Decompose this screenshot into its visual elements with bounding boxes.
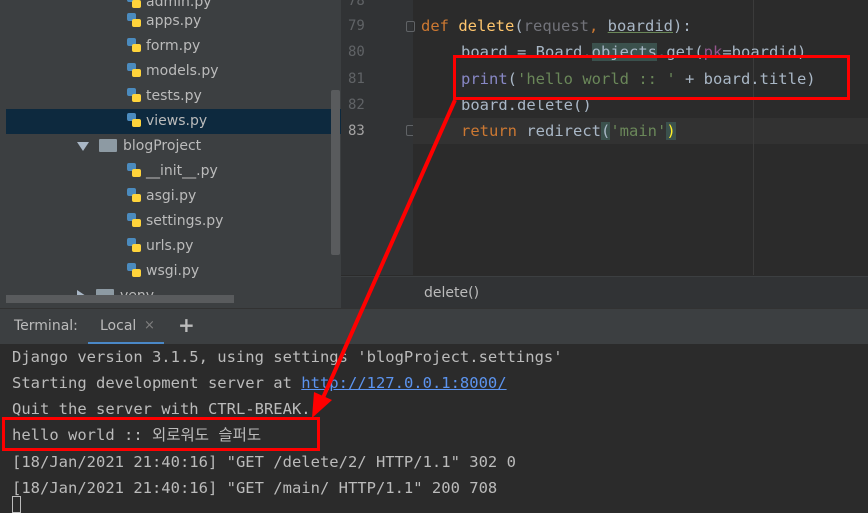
tree-item-form[interactable]: form.py — [126, 34, 200, 59]
python-file-icon — [127, 0, 141, 8]
tree-item-views[interactable]: views.py — [6, 109, 341, 134]
fold-marker-icon[interactable] — [406, 21, 415, 32]
line-number: 79 — [348, 18, 365, 34]
close-icon[interactable]: × — [144, 318, 155, 333]
line-number: 78 — [348, 0, 365, 9]
python-file-icon — [127, 213, 141, 227]
terminal-toolbar: Terminal: Local × + — [0, 308, 868, 345]
line-number: 82 — [348, 97, 365, 113]
line-number: 83 — [348, 123, 365, 139]
tree-item-tests[interactable]: tests.py — [126, 84, 202, 109]
terminal-line: [18/Jan/2021 21:40:16] "GET /main/ HTTP/… — [12, 479, 498, 497]
tree-item-apps[interactable]: apps.py — [126, 9, 201, 34]
annotation-box-code — [453, 55, 850, 100]
terminal-cursor — [12, 496, 21, 513]
line-number-gutter: 78 79 80 81 82 83 — [341, 0, 415, 275]
horizontal-scrollbar[interactable] — [6, 295, 234, 303]
breadcrumb[interactable]: delete() — [424, 285, 479, 301]
python-file-icon — [127, 263, 141, 277]
line-number: 80 — [348, 44, 365, 60]
python-file-icon — [127, 63, 141, 77]
code-line-79: def delete(request, boardid): — [421, 17, 692, 35]
code-editor[interactable]: 78 79 80 81 82 83 def delete(request, bo… — [341, 0, 868, 308]
server-url-link[interactable]: http://127.0.0.1:8000/ — [301, 374, 506, 392]
breadcrumb-bar: delete() — [341, 276, 868, 309]
terminal-tab-local[interactable]: Local × — [88, 309, 164, 345]
add-terminal-icon[interactable]: + — [178, 313, 195, 337]
tree-item-urls[interactable]: urls.py — [126, 234, 193, 259]
code-line-83: return redirect('main') — [461, 122, 676, 140]
annotation-box-output — [2, 417, 320, 451]
terminal-line: [18/Jan/2021 21:40:16] "GET /delete/2/ H… — [12, 453, 516, 471]
project-tree-panel: admin.py apps.py form.py models.py tests… — [0, 0, 341, 308]
python-file-icon — [127, 238, 141, 252]
folder-icon — [99, 138, 117, 152]
python-file-icon — [127, 88, 141, 102]
vertical-scrollbar[interactable] — [331, 90, 340, 255]
tree-item-init[interactable]: __init__.py — [126, 159, 218, 184]
tree-item-settings[interactable]: settings.py — [126, 209, 223, 234]
tree-folder-blogproject[interactable]: blogProject — [77, 134, 201, 159]
python-file-icon — [127, 113, 141, 127]
terminal-tab-label: Local — [100, 318, 137, 334]
tree-item-models[interactable]: models.py — [126, 59, 219, 84]
terminal-line: Starting development server at http://12… — [12, 374, 507, 392]
python-file-icon — [127, 13, 141, 27]
tree-item-asgi[interactable]: asgi.py — [126, 184, 196, 209]
python-file-icon — [127, 38, 141, 52]
python-file-icon — [127, 163, 141, 177]
tree-item-wsgi[interactable]: wsgi.py — [126, 259, 199, 284]
terminal-line: Django version 3.1.5, using settings 'bl… — [12, 348, 563, 366]
terminal-label: Terminal: — [14, 318, 78, 334]
expand-arrow-icon[interactable] — [77, 141, 89, 151]
python-file-icon — [127, 188, 141, 202]
line-number: 81 — [348, 71, 365, 87]
